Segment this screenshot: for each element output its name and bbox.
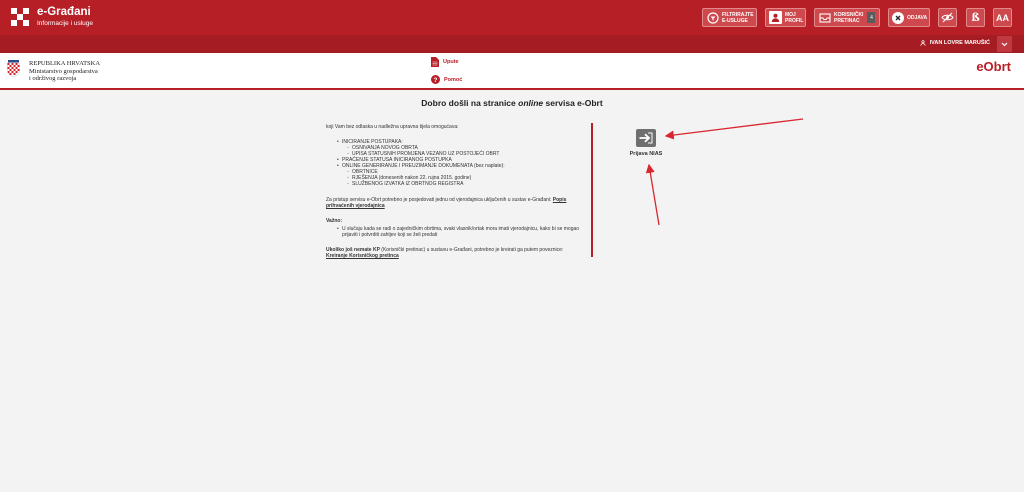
help-label: Pomoć (444, 76, 463, 83)
profile-icon (769, 11, 782, 24)
ministry-line-1: REPUBLIKA HRVATSKA (29, 60, 101, 67)
page-header: REPUBLIKA HRVATSKA Ministarstvo gospodar… (0, 53, 1024, 90)
welcome-pre: Dobro došli na stranice (421, 98, 519, 108)
annotation-arrow (664, 118, 804, 140)
user-icon (920, 40, 926, 46)
croatian-coat-of-arms-icon (7, 60, 20, 77)
user-menu-toggle[interactable] (997, 36, 1012, 52)
svg-text:?: ? (434, 77, 438, 84)
create-inbox-link[interactable]: Kreiranje Korisničkog pretinca (326, 253, 399, 259)
list-item: ONLINE GENERIRANJE I PREUZIMANJE DOKUMEN… (337, 163, 584, 187)
logout-button[interactable]: ODJAVA (888, 8, 930, 27)
kp-paragraph: Ukoliko još nemate KP (Korisnički pretin… (326, 247, 584, 259)
close-icon (892, 11, 904, 24)
list-item: SLUŽBENOG IZVATKA IZ OBRTNOG REGISTRA (347, 181, 584, 187)
filter-label-2: E-USLUGE (722, 17, 748, 24)
ministry-line-3: i održivog razvoja (29, 75, 77, 82)
instructions-link[interactable]: Upute (431, 57, 459, 67)
accessibility-visibility-button[interactable] (938, 8, 957, 27)
ministry-line-2: Ministarstvo gospodarstva (29, 67, 98, 75)
eye-slash-icon (941, 12, 954, 23)
dyslexia-font-button[interactable]: ß (966, 8, 985, 27)
filter-icon (706, 11, 719, 24)
help-icon: ? (431, 75, 440, 84)
list-item: INICIRANJE POSTUPAKA: OSNIVANJA NOVOG OB… (337, 139, 584, 157)
egradjani-logo-icon[interactable] (11, 8, 29, 26)
inbox-count-badge: 4 (867, 12, 876, 23)
ministry-name: REPUBLIKA HRVATSKA Ministarstvo gospodar… (29, 60, 100, 83)
kp-text: (Korisnički pretinac) u sustavu e-Građan… (379, 247, 564, 253)
user-bar: IVAN LOVRE MARUŠIĆ (0, 35, 1024, 53)
top-bar: e-Građani Informacije i usluge FILTRIRAJ… (0, 0, 1024, 35)
instructions-label: Upute (443, 59, 459, 65)
user-name-label: IVAN LOVRE MARUŠIĆ (929, 40, 990, 46)
intro-text: koji Vam bez odlaska u nadležna upravna … (326, 124, 459, 130)
logout-label: ODJAVA (907, 14, 928, 21)
important-title: Važno: (326, 218, 343, 224)
services-list: INICIRANJE POSTUPAKA: OSNIVANJA NOVOG OB… (337, 139, 584, 187)
app-logo[interactable]: eObrt (976, 59, 1011, 74)
chevron-down-icon (1001, 42, 1008, 46)
access-paragraph: Za pristup servisu e-Obrt potrebno je po… (326, 197, 584, 209)
user-inbox-button[interactable]: KORISNIČKI PRETINAC 4 (814, 8, 880, 27)
login-arrow-icon (639, 132, 653, 144)
inbox-label-2: PRETINAC (834, 17, 860, 24)
content-divider (591, 123, 593, 257)
help-link[interactable]: ? Pomoć (431, 75, 462, 84)
font-size-button[interactable]: AA (993, 8, 1012, 27)
user-name[interactable]: IVAN LOVRE MARUŠIĆ (920, 40, 990, 46)
profile-label-2: PROFIL (785, 17, 804, 24)
my-profile-button[interactable]: MOJ PROFIL (765, 8, 806, 27)
important-list: U slučaju kada se radi o zajedničkim obr… (337, 226, 584, 238)
list-item: U slučaju kada se radi o zajedničkim obr… (337, 226, 584, 238)
annotation-arrow (645, 163, 660, 226)
filter-services-button[interactable]: FILTRIRAJTE E-USLUGE (702, 8, 757, 27)
info-panel: koji Vam bez odlaska u nadležna upravna … (326, 124, 584, 268)
brand-title[interactable]: e-Građani (37, 6, 91, 18)
page-title: Dobro došli na stranice online servisa e… (0, 98, 1024, 108)
brand-subtitle: Informacije i usluge (37, 20, 93, 27)
welcome-post: servisa e-Obrt (543, 98, 603, 108)
inbox-icon (818, 11, 831, 24)
nias-login-label[interactable]: Prijava NIAS (622, 151, 670, 157)
document-icon (431, 57, 439, 67)
nias-login-button[interactable] (636, 129, 656, 147)
welcome-em: online (518, 98, 544, 108)
